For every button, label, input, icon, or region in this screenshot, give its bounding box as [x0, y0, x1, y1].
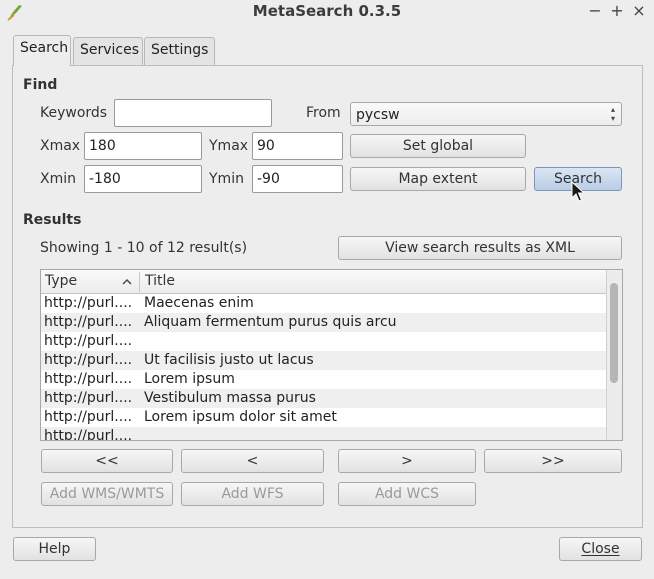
find-heading: Find — [23, 77, 58, 93]
xmax-label: Xmax — [40, 138, 81, 154]
add-wms-wmts-button[interactable]: Add WMS/WMTS — [41, 482, 173, 506]
ymax-label: Ymax — [209, 138, 249, 154]
ymin-input[interactable] — [252, 165, 343, 193]
table-row[interactable]: http://purl.... Lorem ipsum dolor sit am… — [41, 408, 607, 427]
xmin-input[interactable] — [84, 165, 202, 193]
keywords-input[interactable] — [114, 99, 272, 127]
close-button[interactable]: Close — [559, 537, 642, 561]
map-extent-button[interactable]: Map extent — [350, 167, 526, 191]
ymax-input[interactable] — [252, 132, 343, 160]
table-row[interactable]: http://purl.... — [41, 427, 607, 440]
from-select-value: pycsw — [356, 107, 400, 123]
column-divider[interactable] — [139, 272, 140, 292]
keywords-label: Keywords — [40, 105, 108, 121]
view-xml-button[interactable]: View search results as XML — [338, 236, 622, 260]
column-header-title[interactable]: Title — [145, 273, 175, 289]
panel-content: Find Keywords From pycsw ▴▾ Xmax Ymax Se… — [0, 0, 654, 579]
from-select[interactable]: pycsw ▴ ▾ — [350, 102, 622, 126]
ymin-label: Ymin — [209, 171, 244, 187]
table-row[interactable]: http://purl.... Vestibulum massa purus — [41, 389, 607, 408]
last-page-button[interactable]: >> — [484, 449, 622, 473]
first-page-button[interactable]: << — [41, 449, 173, 473]
results-status: Showing 1 - 10 of 12 result(s) — [40, 240, 248, 256]
vertical-scrollbar[interactable] — [606, 270, 622, 440]
xmax-input[interactable] — [84, 132, 202, 160]
previous-page-button[interactable]: < — [181, 449, 324, 473]
sort-ascending-icon — [122, 279, 132, 285]
xmin-label: Xmin — [40, 171, 76, 187]
scrollbar-thumb[interactable] — [610, 283, 618, 383]
add-wcs-button[interactable]: Add WCS — [338, 482, 476, 506]
results-table[interactable]: Type Title http://purl.... Maecenas enim… — [40, 269, 623, 441]
help-button[interactable]: Help — [13, 537, 96, 561]
table-row[interactable]: http://purl.... Maecenas enim — [41, 294, 607, 313]
set-global-button[interactable]: Set global — [350, 134, 526, 158]
table-header: Type Title — [41, 270, 607, 294]
table-row[interactable]: http://purl.... Lorem ipsum — [41, 370, 607, 389]
add-wfs-button[interactable]: Add WFS — [181, 482, 324, 506]
results-heading: Results — [23, 212, 82, 228]
updown-arrows-icon: ▴ ▾ — [610, 105, 615, 123]
column-header-type[interactable]: Type — [45, 273, 77, 289]
mouse-pointer-icon — [571, 181, 585, 202]
from-label: From — [306, 105, 341, 121]
table-row[interactable]: http://purl.... — [41, 332, 607, 351]
table-row[interactable]: http://purl.... Ut facilisis justo ut la… — [41, 351, 607, 370]
next-page-button[interactable]: > — [338, 449, 476, 473]
table-row[interactable]: http://purl.... Aliquam fermentum purus … — [41, 313, 607, 332]
